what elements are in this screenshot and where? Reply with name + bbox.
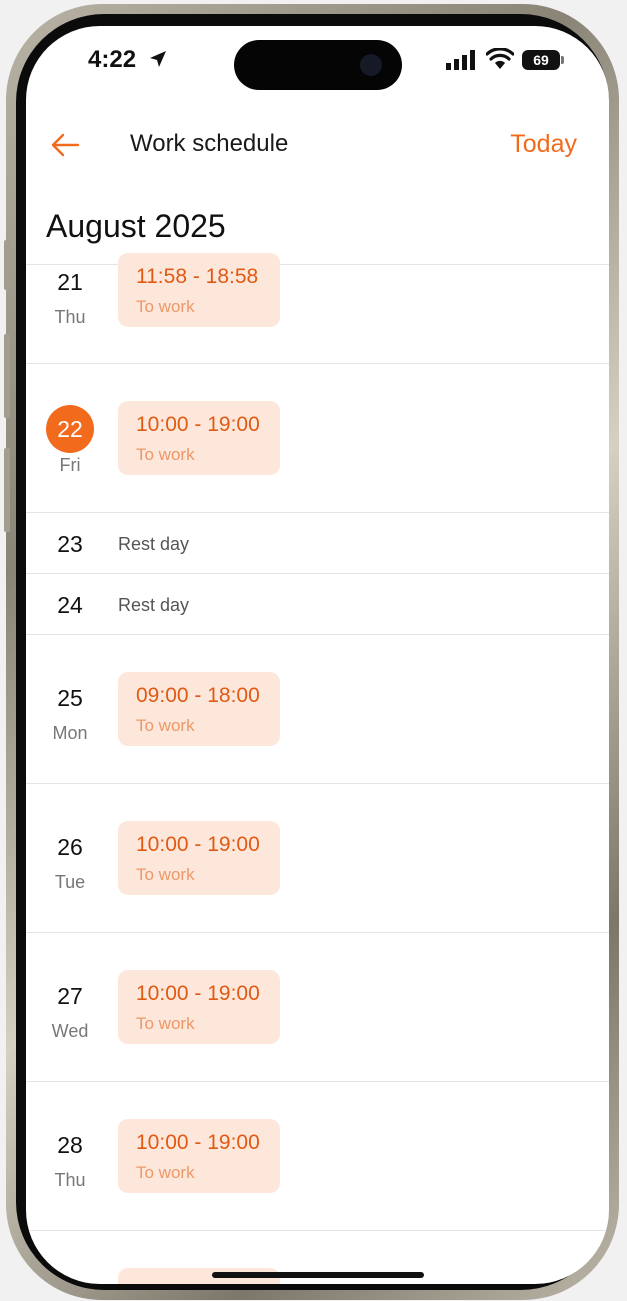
day-weekday: Thu	[54, 1170, 86, 1190]
shift-time: 09:00 - 18:00	[136, 684, 260, 707]
day-number: 21	[57, 269, 83, 295]
month-label: August 2025	[46, 208, 226, 244]
shift-label: To work	[136, 865, 195, 884]
shift-label: To work	[136, 1014, 195, 1033]
day-number: 28	[57, 1132, 83, 1158]
day-weekday: Wed	[51, 1021, 89, 1041]
day-row-rest[interactable]: 24 Rest day	[26, 574, 609, 635]
shift-card[interactable]: 10:00 - 19:00 To work	[118, 401, 280, 475]
shift-label: To work	[136, 297, 195, 316]
dynamic-island	[234, 40, 402, 90]
app-screen: 4:22 69 Work schedule Today August 2025 …	[26, 26, 609, 1284]
day-number: 24	[57, 592, 83, 618]
shift-label: To work	[136, 1163, 195, 1182]
shift-card[interactable]: 10:00 - 19:00 To work	[118, 1119, 280, 1193]
day-row[interactable]: 27 Wed 10:00 - 19:00 To work	[26, 933, 609, 1082]
page-title: Work schedule	[130, 130, 289, 157]
rest-day-label: Rest day	[118, 534, 190, 554]
shift-time: 10:00 - 19:00	[136, 413, 260, 436]
day-weekday: Fri	[59, 455, 81, 475]
action-button	[4, 240, 10, 290]
day-number: 25	[57, 685, 83, 711]
day-weekday: Tue	[54, 872, 86, 892]
day-row-today[interactable]: 22 Fri 10:00 - 19:00 To work	[26, 364, 609, 513]
shift-card[interactable]: 10:00 - 19:00 To work	[118, 970, 280, 1044]
status-time: 4:22	[88, 46, 137, 73]
status-bar: 4:22 69	[26, 26, 609, 106]
home-indicator[interactable]	[212, 1272, 424, 1278]
today-day-badge: 22	[46, 405, 94, 453]
shift-label: To work	[136, 716, 195, 735]
day-number: 23	[57, 531, 83, 557]
shift-label: To work	[136, 445, 195, 464]
day-row[interactable]: 25 Mon 09:00 - 18:00 To work	[26, 635, 609, 784]
volume-down-button	[4, 448, 10, 532]
day-row[interactable]: 21 Thu 11:58 - 18:58 To work	[26, 253, 609, 364]
day-row[interactable]: 26 Tue 10:00 - 19:00 To work	[26, 784, 609, 933]
shift-time: 10:00 - 19:00	[136, 982, 260, 1005]
shift-time: 11:58 - 18:58	[136, 265, 259, 288]
shift-time: 10:00 - 19:00	[136, 833, 260, 856]
day-row-rest[interactable]: 23 Rest day	[26, 513, 609, 574]
shift-card[interactable]: 09:00 - 18:00 To work	[118, 672, 280, 746]
volume-up-button	[4, 334, 10, 418]
signal-icon	[446, 50, 475, 70]
back-arrow-icon[interactable]	[48, 128, 82, 162]
day-number: 26	[57, 834, 83, 860]
camera-icon	[360, 54, 382, 76]
rest-day-label: Rest day	[118, 595, 190, 615]
today-button[interactable]: Today	[510, 130, 577, 159]
day-number: 27	[57, 983, 83, 1009]
wifi-icon	[486, 48, 514, 69]
shift-time: 10:00 - 19:00	[136, 1131, 260, 1154]
location-arrow-icon	[150, 51, 166, 67]
shift-card[interactable]: 10:00 - 19:00 To work	[118, 821, 280, 895]
shift-card[interactable]: 11:58 - 18:58 To work	[118, 253, 280, 327]
battery-icon: 69	[522, 50, 564, 70]
day-row[interactable]: 28 Thu 10:00 - 19:00 To work	[26, 1082, 609, 1231]
day-weekday: Thu	[54, 307, 86, 327]
day-weekday: Mon	[52, 723, 88, 743]
